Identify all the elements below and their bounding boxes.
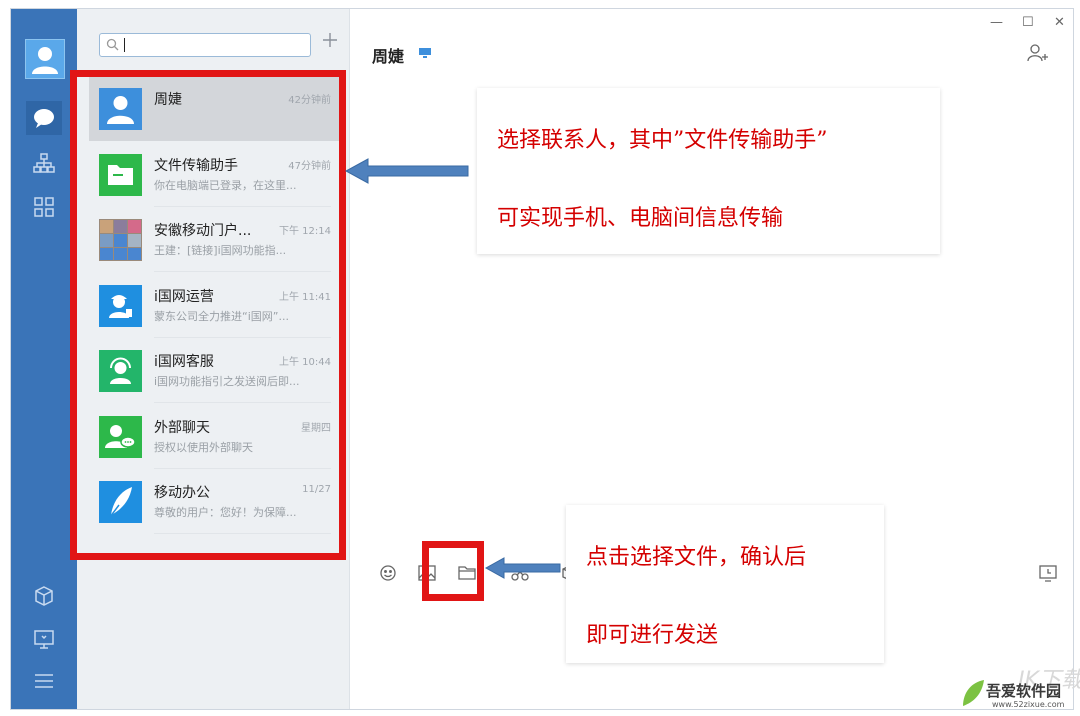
text-cursor [124,38,125,52]
add-icon[interactable] [321,31,339,49]
person-icon [32,47,58,74]
callout-text: 即可进行发送 [586,623,719,648]
hamburger-menu-icon [35,674,53,688]
org-chart-icon [33,153,55,173]
minimize-button[interactable]: — [990,15,1003,30]
contacts-highlight-box [70,70,346,560]
user-avatar[interactable] [25,39,65,79]
screen-icon [34,630,54,649]
nav-sidebar [11,9,77,709]
add-member-icon[interactable] [1027,43,1049,63]
nav-org[interactable] [32,151,56,175]
pc-online-icon [419,48,431,58]
nav-screen[interactable] [32,627,56,651]
history-icon[interactable] [1038,564,1058,582]
nav-apps[interactable] [32,195,56,219]
cube-icon [35,586,53,606]
chat-title: 周婕 [372,47,405,66]
arrow-left-icon [484,557,561,579]
watermark-url: www.52zixue.com [992,700,1065,709]
watermark: IK下载 吾爱软件园 www.52zixue.com [958,668,1080,714]
watermark-brand: 吾爱软件园 [986,682,1062,700]
search-input[interactable] [99,33,311,57]
close-button[interactable]: ✕ [1054,15,1065,30]
grid-icon [34,197,54,217]
nav-box[interactable] [32,584,56,608]
emoji-icon[interactable] [378,564,398,582]
contacts-callout: 选择联系人，其中”文件传输助手” 可实现手机、电脑间信息传输 [477,88,940,254]
arrow-left-icon [344,158,469,184]
nav-chat[interactable] [26,101,62,135]
search-icon [106,38,119,51]
callout-text: 选择联系人，其中”文件传输助手” [497,128,828,153]
maximize-button[interactable]: ☐ [1022,15,1034,30]
callout-text: 可实现手机、电脑间信息传输 [497,206,784,231]
leaf-logo-icon [963,680,984,706]
file-callout: 点击选择文件，确认后 即可进行发送 [566,505,884,663]
callout-text: 点击选择文件，确认后 [586,545,807,570]
chat-bubble-icon [34,109,54,128]
nav-menu[interactable] [32,669,56,693]
file-button-highlight-box [422,541,484,601]
